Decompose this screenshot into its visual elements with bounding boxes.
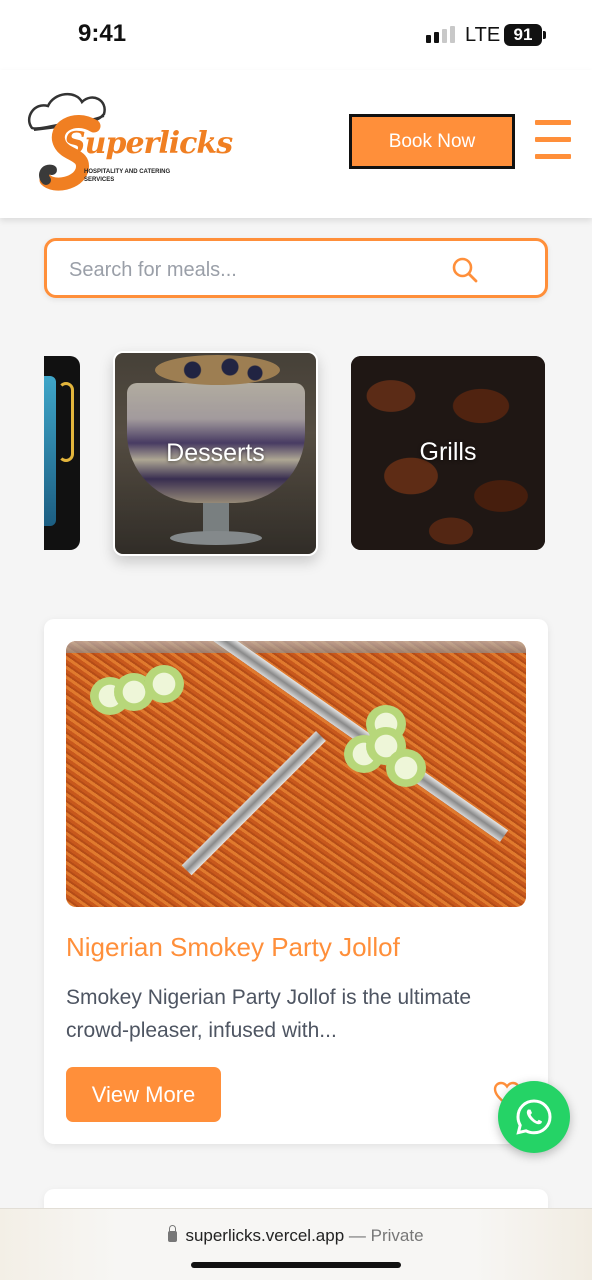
- product-title[interactable]: Nigerian Smokey Party Jollof: [66, 932, 400, 963]
- product-description: Smokey Nigerian Party Jollof is the ulti…: [66, 986, 471, 1042]
- search-input[interactable]: [69, 255, 449, 285]
- logo-subtitle: HOSPITALITY AND CATERING SERVICES: [84, 169, 171, 183]
- category-label-grills: Grills: [419, 438, 477, 466]
- site-header: Superlicks HOSPITALITY AND CATERING SERV…: [0, 70, 592, 218]
- view-more-button[interactable]: View More: [66, 1067, 221, 1122]
- category-card-drinks[interactable]: [44, 356, 80, 550]
- browser-address-bar[interactable]: superlicks.vercel.app — Private: [0, 1208, 592, 1280]
- battery-icon: 91: [504, 24, 542, 46]
- category-card-desserts[interactable]: Desserts: [113, 351, 318, 556]
- status-time: 9:41: [78, 20, 127, 47]
- lock-icon: [168, 1225, 178, 1242]
- url-text: superlicks.vercel.app: [185, 1226, 345, 1245]
- book-now-button[interactable]: Book Now: [349, 114, 515, 169]
- search-bar: [44, 238, 548, 298]
- network-type: LTE: [465, 24, 501, 46]
- url-display[interactable]: superlicks.vercel.app — Private: [0, 1225, 592, 1246]
- logo[interactable]: Superlicks HOSPITALITY AND CATERING SERV…: [24, 88, 233, 198]
- search-icon[interactable]: [451, 256, 479, 284]
- product-image[interactable]: [66, 641, 526, 907]
- whatsapp-button[interactable]: [498, 1081, 570, 1153]
- drink-image: [44, 376, 56, 526]
- category-label-desserts: Desserts: [166, 439, 265, 467]
- logo-text: Superlicks: [64, 126, 233, 161]
- battery-tip: [543, 31, 546, 39]
- product-card: Nigerian Smokey Party Jollof Smokey Nige…: [44, 619, 548, 1144]
- status-bar: 9:41 LTE 91: [0, 0, 592, 70]
- category-card-grills[interactable]: Grills: [351, 356, 545, 550]
- home-indicator[interactable]: [191, 1262, 401, 1268]
- drink-garnish: [58, 382, 74, 462]
- signal-icon: [426, 26, 455, 43]
- whatsapp-icon: [516, 1099, 552, 1135]
- private-mode-label: — Private: [348, 1226, 424, 1245]
- hamburger-menu-icon[interactable]: [535, 120, 571, 162]
